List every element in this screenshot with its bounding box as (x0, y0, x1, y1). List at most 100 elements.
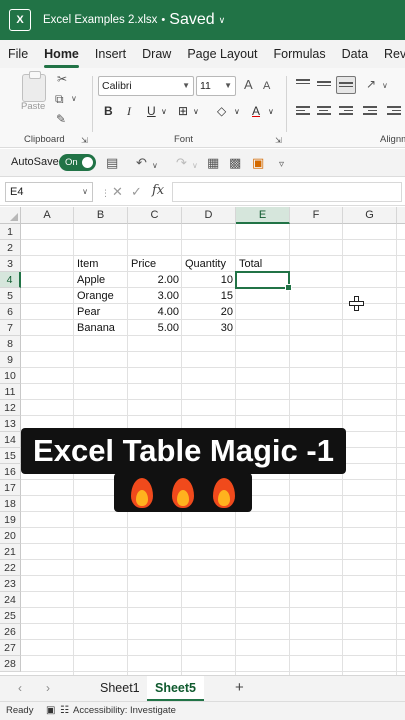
orientation-dropdown-icon[interactable]: ∨ (382, 79, 388, 93)
row-header-17[interactable]: 17 (0, 480, 21, 496)
cell-c4[interactable]: 2.00 (128, 272, 182, 288)
decrease-font-size-button[interactable]: A (263, 79, 270, 93)
underline-button[interactable]: U (147, 104, 156, 118)
clipboard-launcher-icon[interactable]: ⇲ (81, 134, 88, 148)
row-header-23[interactable]: 23 (0, 576, 21, 592)
cell-d3[interactable]: Quantity (182, 256, 229, 272)
copy-icon[interactable]: ⧉ (55, 92, 64, 106)
cell-b6[interactable]: Pear (74, 304, 103, 320)
row-header-14[interactable]: 14 (0, 432, 21, 448)
cell-b7[interactable]: Banana (74, 320, 118, 336)
document-title[interactable]: Excel Examples 2.xlsx (43, 14, 157, 26)
font-name-select[interactable]: Calibri ▼ (98, 76, 194, 96)
font-color-dropdown-icon[interactable]: ∨ (268, 107, 274, 116)
row-header-21[interactable]: 21 (0, 544, 21, 560)
row-header-27[interactable]: 27 (0, 640, 21, 656)
cell-d4[interactable]: 10 (182, 272, 236, 288)
chevron-right-icon[interactable]: › (46, 681, 50, 695)
cell-b5[interactable]: Orange (74, 288, 117, 304)
cell-d7[interactable]: 30 (182, 320, 236, 336)
column-header-h[interactable] (397, 207, 405, 224)
undo-icon[interactable]: ↶ (136, 155, 147, 170)
column-header-c[interactable]: C (128, 207, 182, 224)
paste-icon[interactable] (22, 71, 46, 102)
fill-color-icon[interactable]: ◇ (217, 104, 226, 118)
row-header-22[interactable]: 22 (0, 560, 21, 576)
bold-button[interactable]: B (104, 104, 113, 118)
macro-status-icon[interactable]: ▣ (46, 702, 55, 720)
row-header-3[interactable]: 3 (0, 256, 21, 272)
row-header-28[interactable]: 28 (0, 656, 21, 672)
row-header-4[interactable]: 4 (0, 272, 21, 288)
align-center-icon[interactable] (317, 106, 331, 118)
redo-dropdown-icon[interactable]: ∨ (192, 158, 198, 173)
font-color-button[interactable]: A (252, 104, 260, 118)
fill-color-dropdown-icon[interactable]: ∨ (234, 107, 240, 116)
row-header-12[interactable]: 12 (0, 400, 21, 416)
row-header-13[interactable]: 13 (0, 416, 21, 432)
increase-font-size-button[interactable]: A (244, 78, 253, 92)
underline-dropdown-icon[interactable]: ∨ (161, 107, 167, 116)
align-top-icon[interactable] (296, 79, 310, 91)
accessibility-icon[interactable]: ☷ (60, 702, 69, 720)
table-check-icon[interactable]: ▩ (229, 155, 241, 170)
align-right-icon[interactable] (339, 106, 353, 118)
row-header-19[interactable]: 19 (0, 512, 21, 528)
redo-icon[interactable]: ↷ (176, 155, 187, 170)
row-header-10[interactable]: 10 (0, 368, 21, 384)
cell-d6[interactable]: 20 (182, 304, 236, 320)
table-chart-icon[interactable]: ▣ (252, 155, 264, 170)
row-header-20[interactable]: 20 (0, 528, 21, 544)
active-cell-e4[interactable] (235, 271, 292, 291)
cut-icon[interactable]: ✂ (57, 72, 67, 86)
sheet-tab-sheet1[interactable]: Sheet1 (92, 676, 148, 701)
column-header-g[interactable]: G (343, 207, 397, 224)
save-status[interactable]: Saved (169, 11, 214, 29)
cell-d5[interactable]: 15 (182, 288, 236, 304)
autosave-toggle[interactable]: On (59, 154, 96, 171)
orientation-icon[interactable]: ↗ (366, 77, 376, 91)
column-header-d[interactable]: D (182, 207, 236, 224)
sheet-tab-sheet5[interactable]: Sheet5 (147, 676, 204, 701)
undo-dropdown-icon[interactable]: ∨ (152, 158, 158, 173)
tab-insert[interactable]: Insert (87, 40, 134, 68)
format-painter-icon[interactable]: ✎ (56, 112, 66, 126)
column-header-f[interactable]: F (290, 207, 343, 224)
column-header-e[interactable]: E (236, 207, 290, 224)
enter-check-icon[interactable]: ✓ (131, 184, 142, 199)
cell-b4[interactable]: Apple (74, 272, 108, 288)
column-header-a[interactable]: A (21, 207, 74, 224)
align-middle-icon[interactable] (317, 81, 331, 93)
cell-c5[interactable]: 3.00 (128, 288, 182, 304)
accessibility-status[interactable]: Accessibility: Investigate (73, 702, 176, 720)
tab-draw[interactable]: Draw (134, 40, 179, 68)
customize-toolbar-icon[interactable]: ▿ (279, 157, 284, 172)
cell-c6[interactable]: 4.00 (128, 304, 182, 320)
decrease-indent-icon[interactable] (363, 106, 377, 118)
row-header-24[interactable]: 24 (0, 592, 21, 608)
row-header-8[interactable]: 8 (0, 336, 21, 352)
chevron-down-icon[interactable]: ∨ (219, 15, 226, 26)
borders-dropdown-icon[interactable]: ∨ (193, 107, 199, 116)
row-header-9[interactable]: 9 (0, 352, 21, 368)
row-header-16[interactable]: 16 (0, 464, 21, 480)
row-header-7[interactable]: 7 (0, 320, 21, 336)
cancel-icon[interactable]: ✕ (112, 184, 123, 199)
column-header-b[interactable]: B (74, 207, 128, 224)
row-header-25[interactable]: 25 (0, 608, 21, 624)
copy-dropdown-chevron-icon[interactable]: ∨ (71, 92, 77, 106)
align-left-icon[interactable] (296, 106, 310, 118)
row-header-26[interactable]: 26 (0, 624, 21, 640)
cell-c3[interactable]: Price (128, 256, 159, 272)
row-header-5[interactable]: 5 (0, 288, 21, 304)
italic-button[interactable]: I (127, 104, 131, 119)
increase-indent-icon[interactable] (387, 106, 401, 118)
name-box[interactable]: E4 ∨ (5, 182, 93, 202)
tab-home[interactable]: Home (36, 40, 87, 68)
tab-page-layout[interactable]: Page Layout (179, 40, 265, 68)
select-all-button[interactable] (0, 207, 21, 224)
chevron-left-icon[interactable]: ‹ (18, 681, 22, 695)
cell-c7[interactable]: 5.00 (128, 320, 182, 336)
font-launcher-icon[interactable]: ⇲ (275, 134, 282, 148)
font-size-select[interactable]: 11 ▼ (196, 76, 236, 96)
